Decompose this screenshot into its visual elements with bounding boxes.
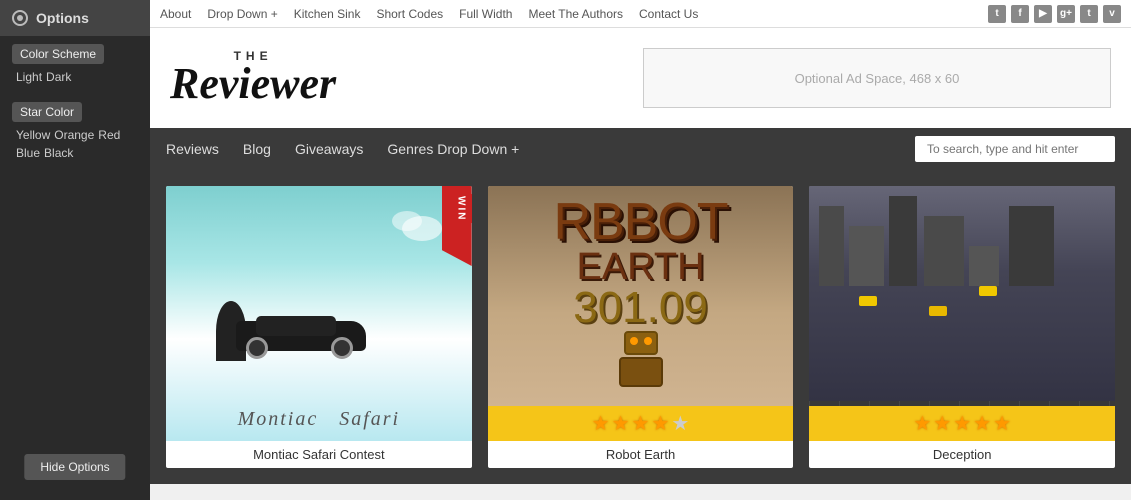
star-color-yellow[interactable]: Yellow bbox=[16, 128, 50, 142]
star-color-red[interactable]: Red bbox=[98, 128, 120, 142]
nav-kitchen-sink[interactable]: Kitchen Sink bbox=[294, 7, 361, 21]
book-grid: WIN Montiac Safari bbox=[150, 170, 1131, 484]
color-scheme-label: Color Scheme bbox=[12, 44, 104, 64]
color-scheme-light[interactable]: Light bbox=[16, 70, 42, 84]
gear-icon bbox=[12, 10, 28, 26]
book-title-robot-earth: Robot Earth bbox=[598, 441, 683, 468]
book-title-montiac: Montiac Safari Contest bbox=[245, 441, 393, 468]
top-nav: About Drop Down + Kitchen Sink Short Cod… bbox=[150, 0, 1131, 28]
main-nav-genres[interactable]: Genres Drop Down + bbox=[387, 137, 519, 161]
star-3: ★ bbox=[632, 411, 650, 436]
color-scheme-items: Light Dark bbox=[12, 70, 138, 90]
social-google[interactable]: g+ bbox=[1057, 5, 1075, 23]
social-vimeo[interactable]: v bbox=[1103, 5, 1121, 23]
social-youtube[interactable]: ▶ bbox=[1034, 5, 1052, 23]
robot-earth-title: RBBOT EARTH 301.09 bbox=[488, 196, 794, 330]
search-input[interactable] bbox=[915, 136, 1115, 162]
d-star-4: ★ bbox=[973, 411, 991, 436]
main-nav-blog[interactable]: Blog bbox=[243, 137, 271, 161]
nav-short-codes[interactable]: Short Codes bbox=[376, 7, 443, 21]
top-nav-links: About Drop Down + Kitchen Sink Short Cod… bbox=[160, 7, 698, 21]
social-icons: t f ▶ g+ t v bbox=[988, 5, 1121, 23]
star-color-black[interactable]: Black bbox=[44, 146, 73, 160]
star-color-blue[interactable]: Blue bbox=[16, 146, 40, 160]
logo-ad-area: THE Reviewer Optional Ad Space, 468 x 60 bbox=[150, 28, 1131, 128]
social-tumblr[interactable]: t bbox=[1080, 5, 1098, 23]
star-4: ★ bbox=[651, 411, 669, 436]
options-header: Options bbox=[0, 0, 150, 36]
hide-options-button[interactable]: Hide Options bbox=[24, 454, 125, 480]
options-panel: Options Color Scheme Light Dark Star Col… bbox=[0, 0, 150, 500]
book-image-deception[interactable]: ★ ★ ★ ★ ★ bbox=[809, 186, 1115, 441]
ad-space: Optional Ad Space, 468 x 60 bbox=[643, 48, 1111, 108]
star-2: ★ bbox=[612, 411, 630, 436]
main-nav-giveaways[interactable]: Giveaways bbox=[295, 137, 363, 161]
book-card-robot-earth: RBBOT EARTH 301.09 ★ ★ ★ ★ bbox=[488, 186, 794, 468]
color-scheme-dark[interactable]: Dark bbox=[46, 70, 71, 84]
book-card-montiac: WIN Montiac Safari bbox=[166, 186, 472, 468]
book-card-deception: ★ ★ ★ ★ ★ Deception bbox=[809, 186, 1115, 468]
card1-script-text: Montiac Safari bbox=[166, 408, 472, 431]
star-5-empty: ★ bbox=[671, 411, 689, 436]
main-nav: Reviews Blog Giveaways Genres Drop Down … bbox=[150, 128, 1131, 170]
star-color-section: Star Color Yellow Orange Red Blue Black bbox=[0, 94, 150, 170]
deception-stars-overlay: ★ ★ ★ ★ ★ bbox=[809, 406, 1115, 441]
nav-meet-authors[interactable]: Meet The Authors bbox=[528, 7, 623, 21]
star-color-orange[interactable]: Orange bbox=[54, 128, 94, 142]
book-title-deception: Deception bbox=[925, 441, 1000, 468]
d-star-5: ★ bbox=[993, 411, 1011, 436]
d-star-1: ★ bbox=[913, 411, 931, 436]
color-scheme-section: Color Scheme Light Dark bbox=[0, 36, 150, 94]
main-nav-reviews[interactable]: Reviews bbox=[166, 137, 219, 161]
site-logo[interactable]: THE Reviewer bbox=[170, 50, 336, 106]
book-image-robot-earth[interactable]: RBBOT EARTH 301.09 ★ ★ ★ ★ bbox=[488, 186, 794, 441]
options-title: Options bbox=[36, 10, 89, 26]
win-badge: WIN bbox=[451, 194, 472, 223]
social-twitter[interactable]: t bbox=[988, 5, 1006, 23]
main-content: About Drop Down + Kitchen Sink Short Cod… bbox=[150, 0, 1131, 500]
star-color-items: Yellow Orange Red Blue Black bbox=[12, 128, 138, 166]
nav-about[interactable]: About bbox=[160, 7, 191, 21]
social-facebook[interactable]: f bbox=[1011, 5, 1029, 23]
star-color-label: Star Color bbox=[12, 102, 82, 122]
star-1: ★ bbox=[592, 411, 610, 436]
d-star-2: ★ bbox=[933, 411, 951, 436]
book-image-montiac[interactable]: WIN Montiac Safari bbox=[166, 186, 472, 441]
ad-text: Optional Ad Space, 468 x 60 bbox=[795, 71, 960, 86]
d-star-3: ★ bbox=[953, 411, 971, 436]
nav-dropdown[interactable]: Drop Down + bbox=[207, 7, 277, 21]
logo-reviewer: Reviewer bbox=[170, 59, 336, 108]
robot-stars-overlay: ★ ★ ★ ★ ★ bbox=[488, 406, 794, 441]
nav-full-width[interactable]: Full Width bbox=[459, 7, 512, 21]
nav-contact-us[interactable]: Contact Us bbox=[639, 7, 698, 21]
